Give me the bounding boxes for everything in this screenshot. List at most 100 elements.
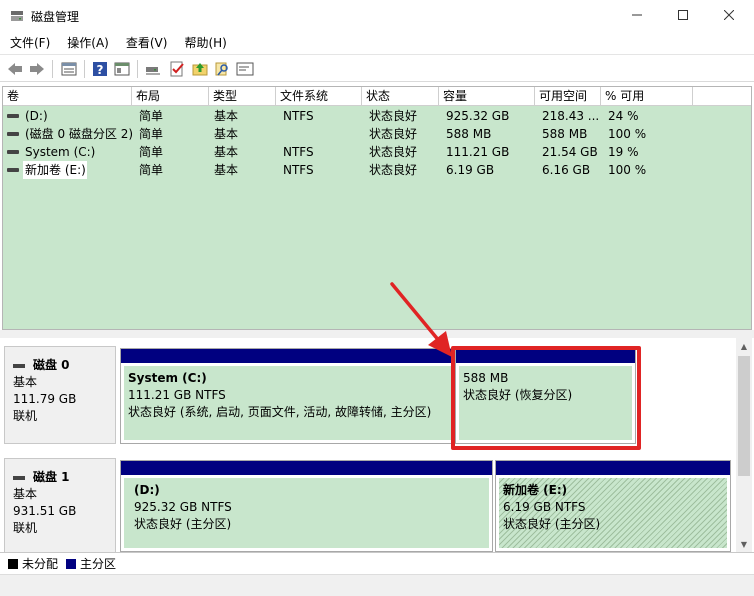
scroll-thumb[interactable] [738, 356, 750, 476]
disk-kind: 基本 [13, 487, 38, 501]
disk-icon [13, 475, 25, 480]
table-row[interactable]: (磁盘 0 磁盘分区 2) 简单 基本 状态良好 588 MB 588 MB 1… [3, 125, 751, 143]
back-arrow-icon[interactable] [6, 60, 24, 78]
cell-type: 基本 [214, 109, 239, 123]
disk-management-icon [11, 11, 23, 21]
status-bar [0, 574, 754, 596]
column-header-type[interactable]: 类型 [209, 87, 276, 106]
toolbar-separator [52, 60, 53, 78]
menu-action[interactable]: 操作(A) [61, 32, 115, 54]
volume-icon [7, 114, 19, 118]
legend-primary: 主分区 [66, 555, 116, 572]
column-header-capacity[interactable]: 容量 [439, 87, 535, 106]
cell-percent-free: 19 % [608, 145, 639, 159]
scroll-down-arrow-icon[interactable]: ▼ [736, 536, 752, 552]
partition-size: 111.21 GB NTFS [128, 388, 226, 402]
partition-size: 6.19 GB NTFS [503, 500, 586, 514]
cell-type: 基本 [214, 127, 239, 141]
connect-icon[interactable] [144, 60, 162, 78]
volume-icon [7, 150, 19, 154]
cell-percent-free: 24 % [608, 109, 639, 123]
disk-name: 磁盘 0 [33, 358, 70, 372]
forward-arrow-icon[interactable] [28, 60, 46, 78]
cell-capacity: 588 MB [446, 127, 492, 141]
disk-pane-scrollbar[interactable]: ▲ ▼ [736, 338, 752, 552]
partition-size: 925.32 GB NTFS [134, 500, 232, 514]
cell-status: 状态良好 [369, 145, 418, 159]
partition-title: (D:) [134, 483, 160, 497]
cell-layout: 简单 [139, 127, 164, 141]
menu-file[interactable]: 文件(F) [4, 32, 56, 54]
scroll-up-arrow-icon[interactable]: ▲ [736, 338, 752, 354]
cell-status: 状态良好 [369, 163, 418, 177]
check-icon[interactable] [168, 60, 186, 78]
cell-free-space: 218.43 ... [542, 109, 600, 123]
cell-free-space: 588 MB [542, 127, 588, 141]
cell-percent-free: 100 % [608, 163, 647, 177]
volume-icon [7, 132, 19, 136]
disk-size: 111.79 GB [13, 392, 77, 406]
column-header-percent-free[interactable]: % 可用 [601, 87, 693, 106]
menu-view[interactable]: 查看(V) [120, 32, 174, 54]
column-header-layout[interactable]: 布局 [132, 87, 209, 106]
volume-list[interactable]: 卷 布局 类型 文件系统 状态 容量 可用空间 % 可用 (D:) 简单 基本 … [2, 86, 752, 330]
cell-filesystem: NTFS [283, 109, 314, 123]
primary-partition-bar [121, 349, 454, 363]
close-button[interactable] [706, 0, 752, 30]
partition-body-selected: 新加卷 (E:) 6.19 GB NTFS 状态良好 (主分区) [499, 478, 727, 548]
partition-system-c[interactable]: System (C:) 111.21 GB NTFS 状态良好 (系统, 启动,… [120, 348, 455, 444]
table-row[interactable]: (D:) 简单 基本 NTFS 状态良好 925.32 GB 218.43 ..… [3, 107, 751, 125]
partition-d[interactable]: (D:) 925.32 GB NTFS 状态良好 (主分区) [120, 460, 493, 552]
menu-help[interactable]: 帮助(H) [178, 32, 232, 54]
disk-state: 联机 [13, 409, 38, 423]
cell-type: 基本 [214, 145, 239, 159]
search-icon[interactable] [213, 60, 231, 78]
disk-state: 联机 [13, 521, 38, 535]
legend-swatch [66, 558, 77, 569]
console-icon[interactable] [236, 60, 254, 78]
cell-layout: 简单 [139, 145, 164, 159]
toolbar-separator [137, 60, 138, 78]
annotation-highlight-box [451, 346, 641, 450]
column-header-status[interactable]: 状态 [362, 87, 439, 106]
cell-filesystem: NTFS [283, 145, 314, 159]
cell-percent-free: 100 % [608, 127, 647, 141]
title-bar: 磁盘管理 [0, 0, 754, 32]
window-title: 磁盘管理 [31, 10, 80, 24]
legend-label: 未分配 [22, 557, 59, 571]
help-icon[interactable]: ? [91, 60, 109, 78]
cell-volume: (磁盘 0 磁盘分区 2) [25, 127, 134, 141]
column-header-volume[interactable]: 卷 [3, 87, 132, 106]
legend-label: 主分区 [80, 557, 117, 571]
minimize-button[interactable] [614, 0, 660, 30]
pane-splitter[interactable] [0, 330, 754, 338]
maximize-button[interactable] [660, 0, 706, 30]
cell-layout: 简单 [139, 109, 164, 123]
partition-status: 状态良好 (主分区) [134, 517, 232, 531]
partition-title: 新加卷 (E:) [503, 483, 568, 497]
cell-status: 状态良好 [369, 109, 418, 123]
legend: 未分配 主分区 [0, 552, 754, 574]
cell-volume: (D:) [25, 109, 48, 123]
folder-up-icon[interactable] [191, 60, 209, 78]
disk-0-label[interactable]: 磁盘 0 基本 111.79 GB 联机 [4, 346, 116, 444]
cell-free-space: 6.16 GB [542, 163, 591, 177]
partition-body: System (C:) 111.21 GB NTFS 状态良好 (系统, 启动,… [124, 366, 451, 440]
table-row[interactable]: System (C:) 简单 基本 NTFS 状态良好 111.21 GB 21… [3, 143, 751, 161]
cell-layout: 简单 [139, 163, 164, 177]
menu-bar: 文件(F) 操作(A) 查看(V) 帮助(H) [0, 32, 754, 54]
cell-volume: 新加卷 (E:) [25, 163, 86, 177]
disk-1-label[interactable]: 磁盘 1 基本 931.51 GB 联机 [4, 458, 116, 556]
primary-partition-bar [121, 461, 492, 475]
table-row[interactable]: 新加卷 (E:) 简单 基本 NTFS 状态良好 6.19 GB 6.16 GB… [3, 161, 751, 179]
column-header-filesystem[interactable]: 文件系统 [276, 87, 362, 106]
cell-capacity: 111.21 GB [446, 145, 510, 159]
properties-icon[interactable] [113, 60, 131, 78]
column-header-free-space[interactable]: 可用空间 [535, 87, 601, 106]
list-view-icon[interactable] [60, 60, 78, 78]
partition-body: (D:) 925.32 GB NTFS 状态良好 (主分区) [124, 478, 489, 548]
partition-title: System (C:) [128, 371, 207, 385]
cell-volume: System (C:) [25, 145, 96, 159]
disk-name: 磁盘 1 [33, 470, 70, 484]
partition-new-volume-e[interactable]: 新加卷 (E:) 6.19 GB NTFS 状态良好 (主分区) [495, 460, 731, 552]
